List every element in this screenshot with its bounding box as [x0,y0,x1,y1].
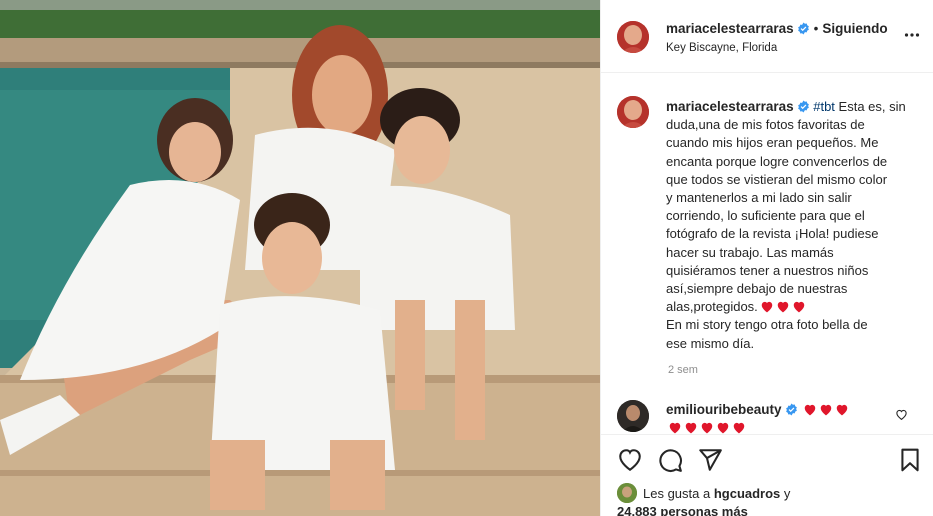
caption-line: ese mismo día. [666,335,755,351]
follow-status-button[interactable]: Siguiendo [822,21,887,36]
more-options-icon[interactable] [904,27,920,43]
comment-line: emiliouribebeauty [666,402,849,417]
verified-badge-icon [797,100,809,113]
comment-icon[interactable] [657,447,683,473]
post-header: mariacelestearraras • Siguiendo Key Biscay… [601,0,933,73]
caption-line: En mi story tengo otra foto bella de [666,317,868,333]
author-username[interactable]: mariacelestearraras [666,21,794,36]
liker-username[interactable]: hgcuadros [714,486,780,501]
caption-line: duda,una de mis fotos favoritas de [666,117,865,133]
likes-count[interactable]: 24,883 personas más [617,503,790,516]
comments-section[interactable]: mariacelestearraras #tbt Esta es, sin du… [601,74,933,434]
post-actions-bar: Les gusta a hgcuadros y 24,883 personas … [601,434,933,516]
verified-badge-icon [785,403,797,416]
hashtag-link[interactable]: #tbt [813,99,835,114]
post-photo[interactable] [0,0,600,516]
red-heart-emoji-icon [820,404,832,416]
red-heart-emoji-icon [733,422,745,434]
caption-line: encanta porque logre convencerlos de [666,153,888,169]
comment-emoji-line [666,420,746,434]
post-side-panel: mariacelestearraras • Siguiendo Key Biscay… [600,0,933,516]
caption-line: así,siempre debajo de nuestras [666,281,848,297]
red-heart-emoji-icon [685,422,697,434]
red-heart-emoji-icon [777,302,789,313]
red-heart-emoji-icon [804,404,816,416]
caption-line: hacer su trabajo. Las mamás [666,244,834,260]
commenter-username[interactable]: emiliouribebeauty [666,402,782,417]
caption-line: cuando mis hijos eran pequeños. Me [666,135,879,151]
likes-conj: y [780,486,791,501]
red-heart-emoji-icon [669,422,681,434]
caption-line: fotógrafo de la revista ¡Hola! pudiese [666,226,879,242]
author-avatar[interactable] [617,21,649,53]
caption-line: y mantenerlos a mi lado sin salir [666,190,852,206]
bookmark-icon[interactable] [897,447,923,473]
post-time-ago[interactable]: 2 sem [668,364,698,376]
verified-badge-icon [797,22,809,35]
post-image [0,0,600,516]
caption-line: quisiéramos tener a nuestros niños [666,262,869,278]
red-heart-emoji-icon [836,404,848,416]
caption-line: corriendo, lo suficiente para que el [666,208,865,224]
caption-username[interactable]: mariacelestearraras [666,99,794,114]
likes-prefix: Les gusta a [643,486,714,501]
commenter-avatar[interactable] [617,400,649,432]
caption-line: alas,protegidos. [666,299,758,315]
caption-author-avatar[interactable] [617,96,649,128]
comment-like-heart-icon[interactable] [895,408,908,421]
post-location[interactable]: Key Biscayne, Florida [666,42,777,54]
red-heart-emoji-icon [717,422,729,434]
caption-line: Esta es, sin [834,99,906,114]
share-icon[interactable] [697,447,723,473]
header-row: mariacelestearraras • Siguiendo [666,21,888,36]
separator-dot: • [813,21,819,36]
red-heart-emoji-icon [793,302,805,313]
red-heart-emoji-icon [701,422,713,434]
heart-icon[interactable] [617,447,643,473]
likes-summary: Les gusta a hgcuadros y 24,883 personas … [617,483,790,516]
red-heart-emoji-icon [761,302,773,313]
caption-line: que todos se vistieran del mismo color [666,171,888,187]
caption-text: mariacelestearraras #tbt Esta es, sin du… [666,98,921,353]
liker-avatar[interactable] [617,483,637,503]
